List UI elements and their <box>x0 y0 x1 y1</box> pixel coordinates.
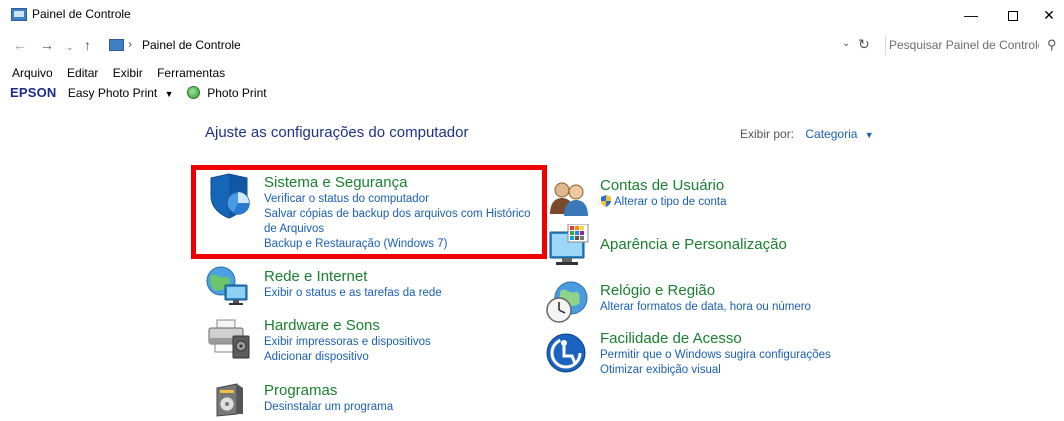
programs-icon[interactable] <box>211 380 247 418</box>
category-title-ease-of-access[interactable]: Facilidade de Acesso <box>600 330 831 348</box>
search-box[interactable]: ⚲ <box>885 35 1064 55</box>
clock-icon[interactable] <box>545 280 591 324</box>
link-file-history-backup[interactable]: Salvar cópias de backup dos arquivos com… <box>264 207 531 222</box>
link-file-history-backup-cont[interactable]: de Arquivos <box>264 222 531 237</box>
title-bar: Painel de Controle — ✕ <box>0 0 1064 30</box>
breadcrumb-control-panel[interactable]: Painel de Controle <box>142 38 241 52</box>
control-panel-icon <box>109 39 124 51</box>
breadcrumb-separator[interactable]: › <box>128 37 132 51</box>
menu-arquivo[interactable]: Arquivo <box>12 66 53 80</box>
link-change-account-type[interactable]: Alterar o tipo de conta <box>600 195 727 210</box>
category-title-clock-region[interactable]: Relógio e Região <box>600 282 811 300</box>
recent-locations-button[interactable]: ⌄ <box>66 38 74 56</box>
appearance-icon[interactable] <box>548 224 590 268</box>
category-title-hardware-sound[interactable]: Hardware e Sons <box>264 317 431 335</box>
link-backup-restore[interactable]: Backup e Restauração (Windows 7) <box>264 237 531 252</box>
search-icon[interactable]: ⚲ <box>1047 37 1057 53</box>
chevron-down-icon[interactable]: ▼ <box>865 130 874 140</box>
link-network-status[interactable]: Exibir o status e as tarefas da rede <box>264 286 442 301</box>
uac-shield-icon <box>601 195 611 207</box>
view-by: Exibir por: Categoria ▼ <box>740 127 874 141</box>
users-icon[interactable] <box>548 178 590 218</box>
maximize-button[interactable] <box>998 4 1028 26</box>
window-title: Painel de Controle <box>32 7 131 21</box>
link-change-account-type-label[interactable]: Alterar o tipo de conta <box>614 196 727 208</box>
menu-bar: Arquivo Editar Exibir Ferramentas <box>12 66 236 82</box>
view-by-dropdown[interactable]: Categoria <box>805 127 857 141</box>
search-input[interactable] <box>889 36 1039 53</box>
link-optimize-visual-display[interactable]: Otimizar exibição visual <box>600 363 831 378</box>
page-title: Ajuste as configurações do computador <box>205 124 469 141</box>
printer-icon[interactable] <box>205 318 251 360</box>
category-user-accounts: Contas de Usuário Alterar o tipo de cont… <box>600 177 727 210</box>
epson-toolbar: EPSON Easy Photo Print ▼ Photo Print <box>10 85 271 103</box>
minimize-button[interactable]: — <box>956 4 986 26</box>
link-view-devices-printers[interactable]: Exibir impressoras e dispositivos <box>264 335 431 350</box>
easy-photo-print-button[interactable]: Easy Photo Print <box>68 86 157 100</box>
up-button[interactable]: ↑ <box>84 36 91 54</box>
epson-logo: EPSON <box>10 85 57 100</box>
category-title-user-accounts[interactable]: Contas de Usuário <box>600 177 727 195</box>
accessibility-icon[interactable] <box>545 332 587 374</box>
view-by-label: Exibir por: <box>740 127 795 141</box>
photo-print-button[interactable]: Photo Print <box>207 86 266 100</box>
address-dropdown-button[interactable]: ⌄ <box>842 38 850 49</box>
category-network-internet: Rede e Internet Exibir o status e as tar… <box>264 268 442 301</box>
category-title-programs[interactable]: Programas <box>264 382 393 400</box>
category-appearance: Aparência e Personalização <box>600 236 787 254</box>
photo-print-icon <box>186 86 200 99</box>
easy-photo-print-dropdown[interactable]: ▼ <box>165 89 174 99</box>
category-clock-region: Relógio e Região Alterar formatos de dat… <box>600 282 811 315</box>
shield-icon[interactable] <box>207 172 251 220</box>
category-title-appearance[interactable]: Aparência e Personalização <box>600 236 787 254</box>
control-panel-icon <box>11 8 27 21</box>
address-bar-row: ← → ⌄ ↑ › Painel de Controle ⌄ ↻ ⚲ <box>0 33 1064 57</box>
category-title-network-internet[interactable]: Rede e Internet <box>264 268 442 286</box>
close-button[interactable]: ✕ <box>1034 4 1064 26</box>
back-button[interactable]: ← <box>13 36 27 54</box>
refresh-button[interactable]: ↻ <box>858 36 870 53</box>
link-add-device[interactable]: Adicionar dispositivo <box>264 350 431 365</box>
category-title-system-security[interactable]: Sistema e Segurança <box>264 174 531 192</box>
category-hardware-sound: Hardware e Sons Exibir impressoras e dis… <box>264 317 431 365</box>
network-icon[interactable] <box>205 265 251 307</box>
category-system-security: Sistema e Segurança Verificar o status d… <box>264 174 531 252</box>
link-windows-suggest-settings[interactable]: Permitir que o Windows sugira configuraç… <box>600 348 831 363</box>
category-programs: Programas Desinstalar um programa <box>264 382 393 415</box>
link-change-date-formats[interactable]: Alterar formatos de data, hora ou número <box>600 300 811 315</box>
forward-button[interactable]: → <box>40 36 54 54</box>
link-uninstall-program[interactable]: Desinstalar um programa <box>264 400 393 415</box>
maximize-icon <box>1008 11 1018 22</box>
category-ease-of-access: Facilidade de Acesso Permitir que o Wind… <box>600 330 831 378</box>
link-check-computer-status[interactable]: Verificar o status do computador <box>264 192 531 207</box>
menu-editar[interactable]: Editar <box>67 66 98 80</box>
menu-ferramentas[interactable]: Ferramentas <box>157 66 225 80</box>
menu-exibir[interactable]: Exibir <box>113 66 143 80</box>
